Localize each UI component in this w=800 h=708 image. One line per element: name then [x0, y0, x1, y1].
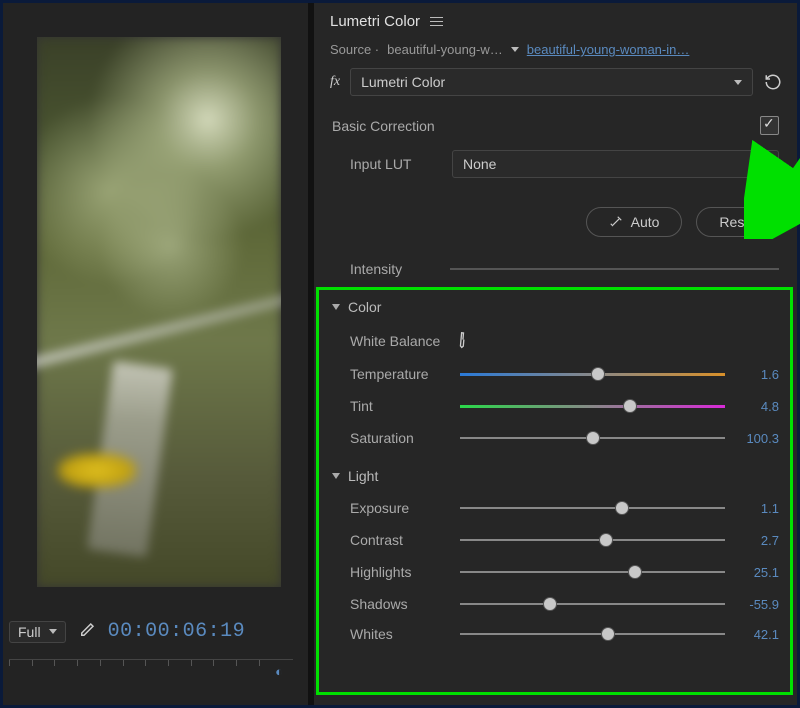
- input-lut-value: None: [463, 156, 496, 172]
- panel-menu-icon[interactable]: [430, 17, 443, 26]
- tint-slider[interactable]: [460, 399, 725, 413]
- highlights-value[interactable]: 25.1: [733, 565, 779, 580]
- shadows-value[interactable]: -55.9: [733, 597, 779, 612]
- light-group-header[interactable]: Light: [314, 454, 797, 492]
- temperature-label: Temperature: [350, 366, 452, 382]
- exposure-slider[interactable]: [460, 501, 725, 515]
- settings-wrench-icon[interactable]: [78, 621, 96, 642]
- color-group-label: Color: [348, 299, 381, 315]
- saturation-slider[interactable]: [460, 431, 725, 445]
- timecode-display[interactable]: 00:00:06:19: [108, 620, 246, 643]
- reset-button[interactable]: Reset: [696, 207, 779, 237]
- contrast-value[interactable]: 2.7: [733, 533, 779, 548]
- auto-button-label: Auto: [631, 214, 660, 230]
- source-clip-name: beautiful-young-w…: [387, 42, 503, 57]
- temperature-slider[interactable]: [460, 367, 725, 381]
- tint-value[interactable]: 4.8: [733, 399, 779, 414]
- whites-value[interactable]: 42.1: [733, 627, 779, 642]
- whites-label: Whites: [350, 626, 452, 642]
- shadows-label: Shadows: [350, 596, 452, 612]
- saturation-value[interactable]: 100.3: [733, 431, 779, 446]
- white-balance-label: White Balance: [350, 333, 440, 349]
- whites-slider[interactable]: [460, 627, 725, 641]
- video-preview[interactable]: [37, 37, 281, 587]
- reset-button-label: Reset: [719, 214, 756, 230]
- color-group-header[interactable]: Color: [314, 285, 797, 323]
- source-prefix: Source ·: [330, 42, 379, 57]
- temperature-value[interactable]: 1.6: [733, 367, 779, 382]
- input-lut-label: Input LUT: [350, 156, 442, 172]
- light-group-label: Light: [348, 468, 378, 484]
- basic-correction-header[interactable]: Basic Correction: [332, 118, 435, 134]
- eyedropper-icon[interactable]: [450, 328, 474, 353]
- auto-button[interactable]: Auto: [586, 207, 683, 237]
- effect-name-label: Lumetri Color: [361, 74, 445, 90]
- program-monitor-pane: Full 00:00:06:19 ◐: [3, 3, 308, 705]
- preview-resolution-dropdown[interactable]: Full: [9, 621, 66, 643]
- magic-wand-icon: [609, 215, 623, 229]
- intensity-slider[interactable]: [450, 268, 779, 270]
- chevron-down-icon: [49, 629, 57, 634]
- sequence-link[interactable]: beautiful-young-woman-in…: [527, 42, 690, 57]
- chevron-down-icon[interactable]: [511, 47, 519, 52]
- input-lut-dropdown[interactable]: None: [452, 150, 779, 178]
- contrast-slider[interactable]: [460, 533, 725, 547]
- timeline-marker-icon[interactable]: ◐: [275, 664, 283, 679]
- effect-name-dropdown[interactable]: Lumetri Color: [350, 68, 753, 96]
- chevron-down-icon: [332, 304, 340, 310]
- saturation-label: Saturation: [350, 430, 452, 446]
- contrast-label: Contrast: [350, 532, 452, 548]
- chevron-down-icon: [734, 80, 742, 85]
- basic-correction-toggle[interactable]: [760, 116, 779, 135]
- chevron-down-icon: [332, 473, 340, 479]
- lumetri-color-panel: Lumetri Color Source · beautiful-young-w…: [314, 3, 797, 705]
- preview-resolution-label: Full: [18, 624, 41, 640]
- timeline-scrubber[interactable]: ◐: [9, 659, 293, 683]
- fx-badge-icon[interactable]: fx: [330, 74, 340, 90]
- tint-label: Tint: [350, 398, 452, 414]
- highlights-label: Highlights: [350, 564, 452, 580]
- exposure-value[interactable]: 1.1: [733, 501, 779, 516]
- shadows-slider[interactable]: [460, 597, 725, 611]
- highlights-slider[interactable]: [460, 565, 725, 579]
- reset-effect-icon[interactable]: [763, 72, 783, 92]
- chevron-down-icon: [760, 162, 768, 167]
- exposure-label: Exposure: [350, 500, 452, 516]
- panel-title: Lumetri Color: [330, 13, 420, 30]
- intensity-label: Intensity: [350, 261, 442, 277]
